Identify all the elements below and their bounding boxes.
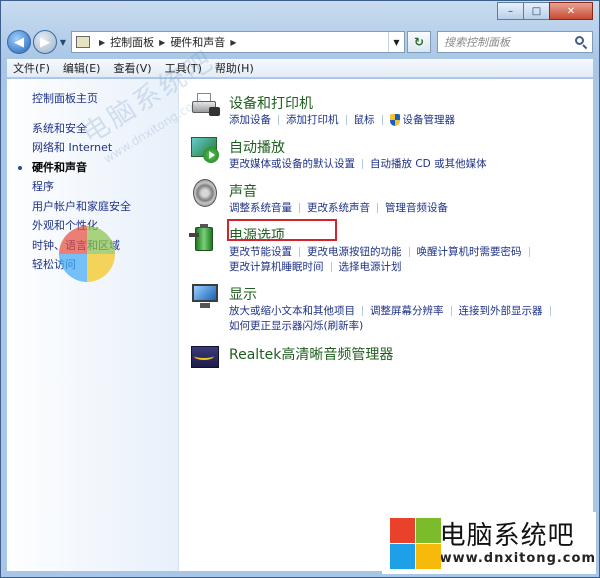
category-title-realtek[interactable]: Realtek高清晰音频管理器 xyxy=(229,344,393,364)
category-title-autoplay[interactable]: 自动播放 xyxy=(229,137,285,157)
link-fix-monitor-flicker[interactable]: 如何更正显示器闪烁(刷新率) xyxy=(229,319,363,334)
chevron-right-icon[interactable]: ▶ xyxy=(99,38,105,47)
category-autoplay: 自动播放 更改媒体或设备的默认设置 自动播放 CD 或其他媒体 xyxy=(189,133,593,172)
menu-view[interactable]: 查看(V) xyxy=(113,60,151,76)
arrow-left-icon: ◀ xyxy=(14,34,24,50)
control-panel-window: – □ ✕ ◀ ▶ ▼ ▶ 控制面板 ▶ 硬件和声音 ▶ ▼ ↻ 搜索控制面板 … xyxy=(0,0,600,578)
chevron-right-icon[interactable]: ▶ xyxy=(230,38,236,47)
link-adjust-volume[interactable]: 调整系统音量 xyxy=(229,201,292,216)
current-bullet xyxy=(18,165,22,170)
search-placeholder: 搜索控制面板 xyxy=(444,36,510,49)
link-manage-audio-devices[interactable]: 管理音频设备 xyxy=(385,201,448,216)
navigation-bar: ◀ ▶ ▼ ▶ 控制面板 ▶ 硬件和声音 ▶ ▼ ↻ 搜索控制面板 xyxy=(7,28,593,56)
close-button[interactable]: ✕ xyxy=(549,2,593,20)
address-dropdown[interactable]: ▼ xyxy=(388,32,404,52)
menu-tools[interactable]: 工具(T) xyxy=(165,60,202,76)
brand-url: www.dnxitong.com xyxy=(439,550,596,566)
menu-file[interactable]: 文件(F) xyxy=(13,60,50,76)
battery-icon[interactable] xyxy=(189,221,221,253)
address-bar[interactable]: ▶ 控制面板 ▶ 硬件和声音 ▶ ▼ xyxy=(71,31,405,53)
recent-pages-dropdown[interactable]: ▼ xyxy=(57,38,69,47)
sidebar-item-network[interactable]: 网络和 Internet xyxy=(7,138,178,158)
category-devices-printers: 设备和打印机 添加设备 添加打印机 鼠标 设备管理器 xyxy=(189,89,593,128)
link-add-printer[interactable]: 添加打印机 xyxy=(286,113,339,128)
sidebar-item-label: 硬件和声音 xyxy=(32,160,87,174)
category-sound: 声音 调整系统音量 更改系统声音 管理音频设备 xyxy=(189,177,593,216)
category-display: 显示 放大或缩小文本和其他项目 调整屏幕分辨率 连接到外部显示器 如何更正显示器闪烁… xyxy=(189,280,593,334)
autoplay-icon[interactable] xyxy=(189,133,221,165)
refresh-icon: ↻ xyxy=(413,35,425,49)
uac-shield-icon xyxy=(389,114,400,126)
link-change-system-sounds[interactable]: 更改系统声音 xyxy=(307,201,370,216)
sidebar-item-user-accounts[interactable]: 用户帐户和家庭安全 xyxy=(7,197,178,217)
link-adjust-resolution[interactable]: 调整屏幕分辨率 xyxy=(370,304,444,319)
search-input[interactable]: 搜索控制面板 xyxy=(437,31,593,53)
category-realtek: Realtek高清晰音频管理器 xyxy=(189,340,593,372)
link-add-device[interactable]: 添加设备 xyxy=(229,113,271,128)
menu-edit[interactable]: 编辑(E) xyxy=(63,60,101,76)
link-mouse[interactable]: 鼠标 xyxy=(354,113,375,128)
chevron-right-icon[interactable]: ▶ xyxy=(159,38,165,47)
link-require-password-wake[interactable]: 唤醒计算机时需要密码 xyxy=(417,245,522,260)
link-make-text-larger[interactable]: 放大或缩小文本和其他项目 xyxy=(229,304,355,319)
link-connect-external-display[interactable]: 连接到外部显示器 xyxy=(459,304,543,319)
main-pane: 设备和打印机 添加设备 添加打印机 鼠标 设备管理器 自动播放 更改媒体或设备的默认设… xyxy=(179,79,593,571)
brand-logo: 电脑系统吧 www.dnxitong.com xyxy=(382,512,596,574)
link-choose-power-plan[interactable]: 选择电源计划 xyxy=(339,260,402,275)
category-title-devices-printers[interactable]: 设备和打印机 xyxy=(229,93,313,113)
sidebar-item-clock-region[interactable]: 时钟、语言和区域 xyxy=(7,236,178,256)
link-change-sleep-time[interactable]: 更改计算机睡眠时间 xyxy=(229,260,324,275)
maximize-button[interactable]: □ xyxy=(523,2,550,20)
sidebar-item-hardware-sound: 硬件和声音 xyxy=(7,158,178,178)
category-title-sound[interactable]: 声音 xyxy=(229,181,257,201)
link-device-manager[interactable]: 设备管理器 xyxy=(403,113,456,128)
link-autoplay-cd[interactable]: 自动播放 CD 或其他媒体 xyxy=(370,157,487,172)
sidebar-item-appearance[interactable]: 外观和个性化 xyxy=(7,216,178,236)
breadcrumb-control-panel[interactable]: 控制面板 xyxy=(110,34,154,50)
chevron-down-icon: ▼ xyxy=(393,37,400,47)
sidebar-item-ease-of-access[interactable]: 轻松访问 xyxy=(7,255,178,275)
brand-name: 电脑系统吧 xyxy=(439,520,575,551)
highlight-box xyxy=(227,219,337,241)
link-change-power-saving[interactable]: 更改节能设置 xyxy=(229,245,292,260)
sidebar-item-programs[interactable]: 程序 xyxy=(7,177,178,197)
forward-button[interactable]: ▶ xyxy=(33,30,57,54)
realtek-icon[interactable] xyxy=(189,340,221,372)
link-power-button-function[interactable]: 更改电源按钮的功能 xyxy=(307,245,402,260)
chevron-down-icon: ▼ xyxy=(59,37,67,47)
category-title-display[interactable]: 显示 xyxy=(229,284,257,304)
link-change-media-defaults[interactable]: 更改媒体或设备的默认设置 xyxy=(229,157,355,172)
caption-buttons: – □ ✕ xyxy=(497,2,593,20)
search-icon[interactable] xyxy=(574,35,588,50)
sidebar-item-system-security[interactable]: 系统和安全 xyxy=(7,119,178,139)
arrow-right-icon: ▶ xyxy=(40,34,50,50)
menu-help[interactable]: 帮助(H) xyxy=(215,60,254,76)
printer-icon[interactable] xyxy=(189,89,221,121)
control-panel-icon xyxy=(76,36,90,48)
content-area: 控制面板主页 系统和安全 网络和 Internet 硬件和声音 程序 用户帐户和… xyxy=(7,79,593,571)
sidebar: 控制面板主页 系统和安全 网络和 Internet 硬件和声音 程序 用户帐户和… xyxy=(7,79,179,571)
minimize-button[interactable]: – xyxy=(497,2,524,20)
sidebar-item-home[interactable]: 控制面板主页 xyxy=(7,89,178,109)
category-power-options: 电源选项 更改节能设置 更改电源按钮的功能 唤醒计算机时需要密码 更改计算机睡眠时间… xyxy=(189,219,593,275)
refresh-button[interactable]: ↻ xyxy=(407,31,431,53)
speaker-icon[interactable] xyxy=(189,177,221,209)
back-button[interactable]: ◀ xyxy=(7,30,31,54)
windows-logo-icon xyxy=(388,516,441,570)
menu-bar: 文件(F) 编辑(E) 查看(V) 工具(T) 帮助(H) xyxy=(7,59,593,78)
monitor-icon[interactable] xyxy=(189,280,221,312)
breadcrumb-hardware-sound[interactable]: 硬件和声音 xyxy=(170,34,225,50)
